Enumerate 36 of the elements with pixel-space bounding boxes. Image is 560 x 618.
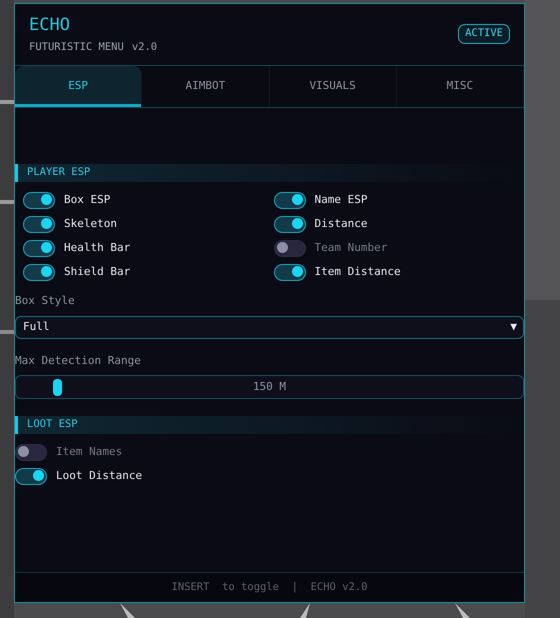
toggle-label: Loot Distance [56,468,142,484]
toggle-label: Item Names [56,444,122,460]
toggle-label: Box ESP [64,192,110,208]
toggle-label: Team Number [314,240,388,256]
toggle-switch[interactable] [15,444,47,460]
field-label: Max Detection Range [15,352,142,368]
footer-text: INSERT to toggle | ECHO v2.0 [172,580,368,595]
slider-track[interactable]: 150 M [15,375,524,399]
subtitle: FUTURISTIC MENU [29,40,124,55]
dropdown[interactable]: Full ▼ [15,316,524,338]
toggle-switch[interactable] [23,240,55,256]
dropdown-arrow-icon: ▼ [510,318,517,336]
version-label: v2.0 [132,40,158,55]
field-label: Box Style [15,293,76,309]
toggle-switch[interactable] [274,264,306,280]
toggle-label: Distance [314,216,368,232]
toggle-switch[interactable] [274,216,306,232]
slider-value: 150 M [252,378,286,395]
toggle-label: Shield Bar [64,264,130,280]
toggle-switch[interactable] [23,216,55,232]
toggle-label: Skeleton [64,216,117,232]
toggle-switch[interactable] [23,192,55,208]
tab[interactable]: VISUALS [270,66,397,107]
toggle-switch[interactable] [15,468,47,484]
toggle-switch[interactable] [23,264,55,280]
tab[interactable]: ESP [15,66,142,107]
toggle-label: Health Bar [64,240,130,256]
toggle-switch[interactable] [274,240,306,256]
status-badge: ACTIVE [458,24,510,44]
app-title: ECHO [29,16,71,34]
toggle-switch[interactable] [274,192,306,208]
toggle-label: Name ESP [314,192,368,208]
slider-thumb[interactable] [52,379,62,396]
tab[interactable]: AIMBOT [142,66,270,107]
toggle-label: Item Distance [314,264,401,280]
tab[interactable]: MISC [396,66,524,107]
